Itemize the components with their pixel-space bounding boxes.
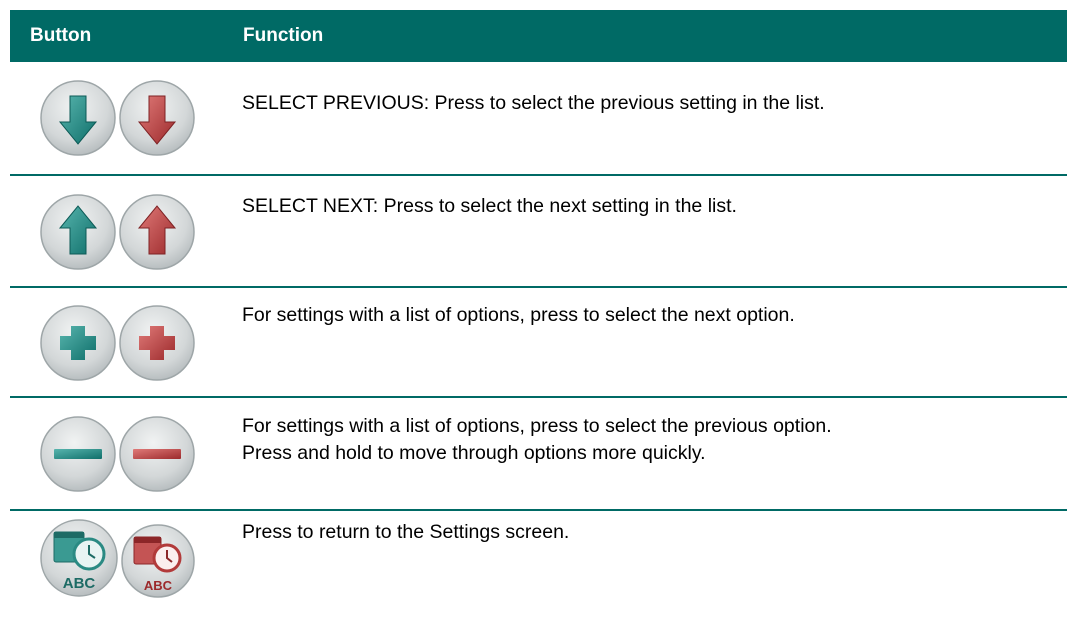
table-header: Button Function [10,10,1067,62]
function-text: For settings with a list of options, pre… [242,304,795,326]
settings-clock-icon: ABC ABC [40,518,200,598]
function-text: SELECT PREVIOUS: Press to select the pre… [242,92,825,114]
table-row: ABC ABC Press to return to the Settings … [10,511,1067,609]
header-function: Function [243,25,324,46]
arrow-up-icon [40,193,200,271]
header-button: Button [30,25,92,46]
function-text: SELECT NEXT: Press to select the next se… [242,195,737,217]
svg-text:ABC: ABC [144,578,173,593]
table-row: For settings with a list of options, pre… [10,288,1067,398]
minus-icon [40,415,200,493]
table-row: For settings with a list of options, pre… [10,398,1067,511]
plus-icon [40,304,200,382]
arrow-down-icon [40,79,200,157]
button-function-table: Button Function SELECT PREVIOUS: Press t… [10,10,1067,609]
table-row: SELECT NEXT: Press to select the next se… [10,176,1067,288]
table-row: SELECT PREVIOUS: Press to select the pre… [10,62,1067,176]
function-text: For settings with a list of options, pre… [242,415,832,464]
function-text: Press to return to the Settings screen. [242,521,570,543]
svg-text:ABC: ABC [63,575,96,592]
